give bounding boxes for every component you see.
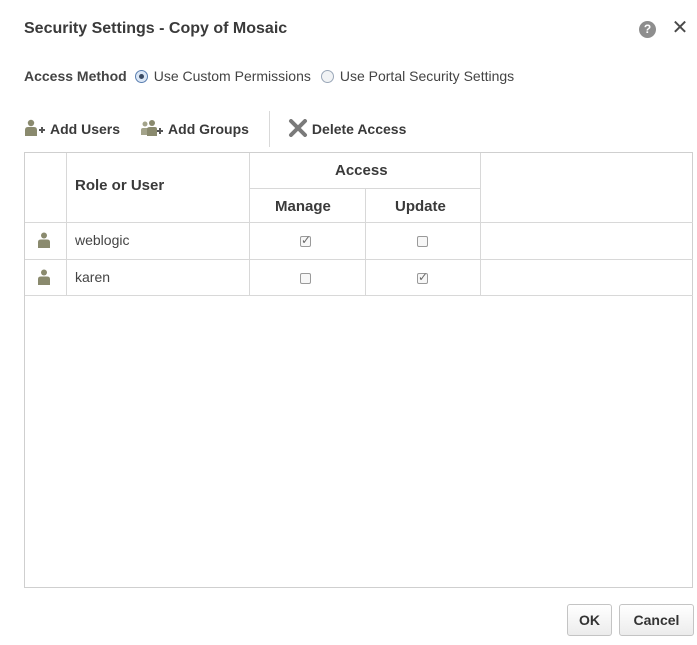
access-header: Access — [335, 162, 388, 179]
header-bottom-line — [25, 222, 693, 223]
add-users-label: Add Users — [50, 121, 121, 137]
add-users-button[interactable]: Add Users — [24, 119, 120, 140]
row-divider — [25, 259, 693, 260]
permissions-table: Role or User Access Manage Update weblog… — [24, 152, 693, 588]
add-groups-button[interactable]: Add Groups — [140, 119, 249, 140]
add-group-icon — [140, 119, 164, 140]
access-method-row: Access Method Use Custom Permissions Use… — [24, 66, 524, 86]
cancel-button[interactable]: Cancel — [619, 604, 694, 636]
delete-access-label: Delete Access — [311, 121, 407, 137]
row-name[interactable]: weblogic — [75, 232, 129, 248]
dialog-titlebar: Security Settings - Copy of Mosaic ? ✕ — [10, 0, 697, 60]
col-divider — [249, 153, 250, 295]
help-icon[interactable]: ? — [639, 21, 656, 38]
delete-access-button[interactable]: Delete Access — [288, 118, 407, 140]
custom-permissions-label[interactable]: Use Custom Permissions — [154, 68, 311, 84]
row-divider — [249, 188, 481, 189]
add-groups-label: Add Groups — [168, 121, 249, 137]
update-header[interactable]: Update — [395, 198, 446, 215]
col-divider — [365, 188, 366, 295]
delete-x-icon — [288, 118, 308, 140]
user-icon — [38, 232, 50, 248]
row-divider — [25, 295, 693, 296]
portal-security-label[interactable]: Use Portal Security Settings — [340, 68, 514, 84]
dialog-title: Security Settings - Copy of Mosaic — [24, 20, 288, 37]
col-divider — [480, 153, 481, 295]
access-method-label: Access Method — [24, 68, 127, 84]
close-icon[interactable]: ✕ — [670, 17, 690, 39]
security-settings-dialog: Security Settings - Copy of Mosaic ? ✕ A… — [10, 0, 697, 645]
weblogic-update-checkbox[interactable] — [417, 236, 428, 247]
portal-security-radio[interactable] — [320, 69, 334, 83]
add-user-icon — [24, 119, 46, 140]
row-name[interactable]: karen — [75, 269, 110, 285]
col-divider — [66, 153, 67, 295]
user-icon — [38, 269, 50, 285]
toolbar: Add Users Add Groups Delete Access — [24, 111, 426, 147]
toolbar-separator — [268, 111, 270, 147]
role-or-user-header[interactable]: Role or User — [75, 177, 165, 194]
karen-update-checkbox[interactable] — [417, 270, 428, 284]
custom-permissions-radio[interactable] — [134, 69, 148, 83]
ok-button[interactable]: OK — [567, 604, 612, 636]
weblogic-manage-checkbox[interactable] — [300, 233, 311, 247]
karen-manage-checkbox[interactable] — [300, 273, 311, 284]
manage-header[interactable]: Manage — [275, 198, 331, 215]
